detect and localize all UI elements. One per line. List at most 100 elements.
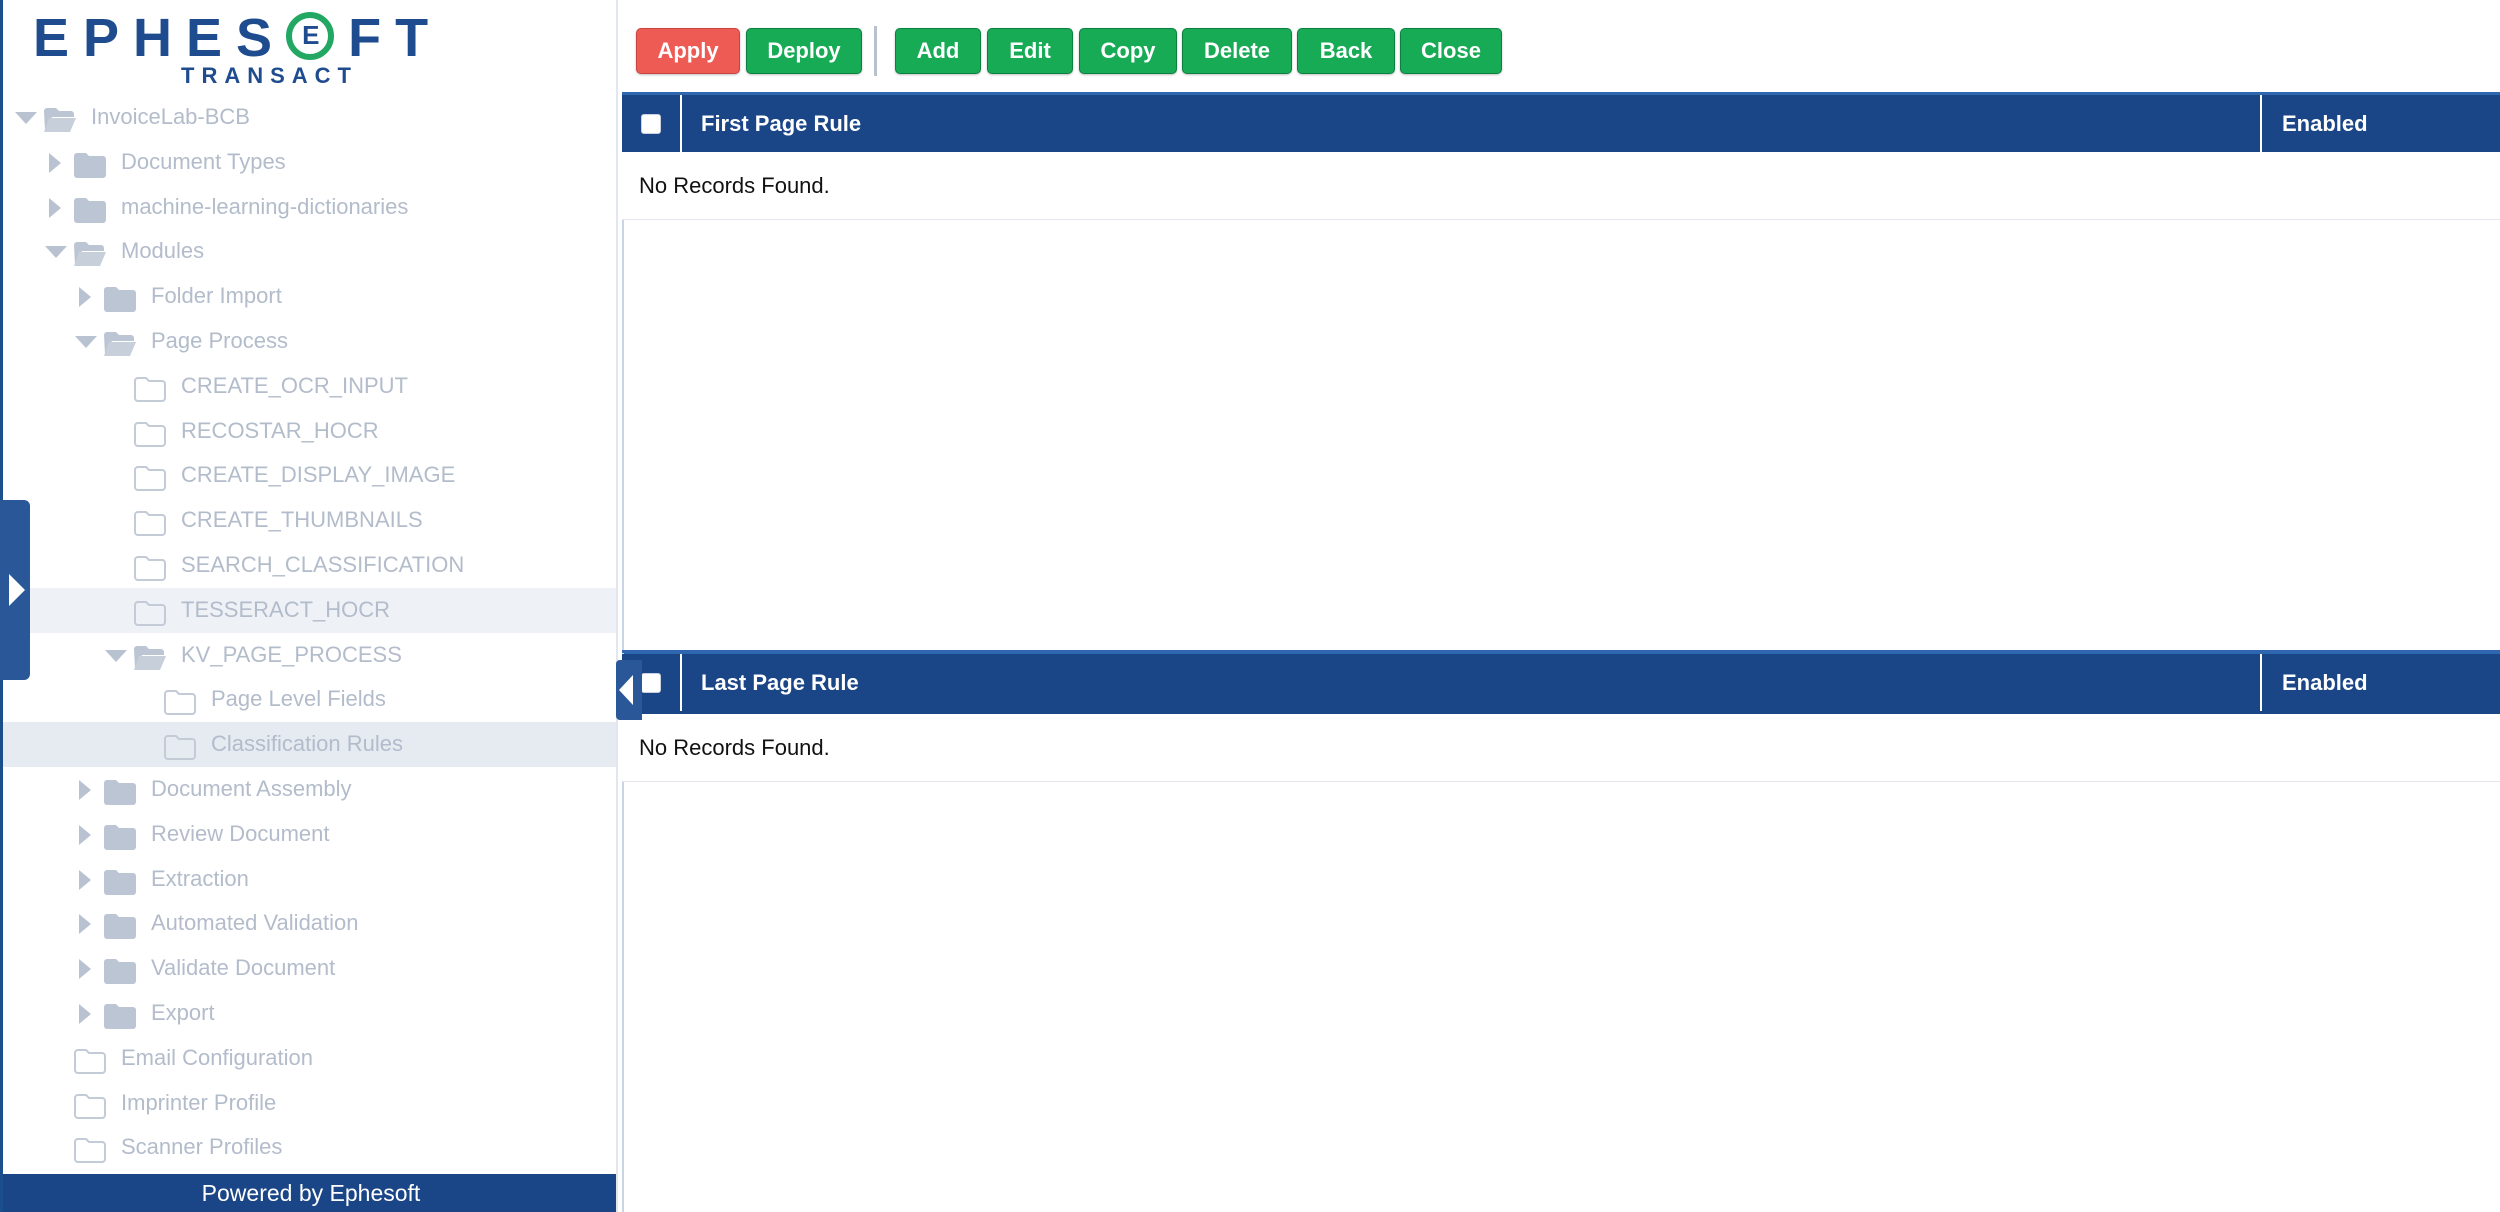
tree-node-label: Imprinter Profile bbox=[121, 1089, 277, 1115]
tree-node-label: Page Level Fields bbox=[211, 686, 386, 712]
copy-button[interactable]: Copy bbox=[1079, 28, 1177, 74]
logo-o-icon bbox=[286, 12, 335, 60]
folder-outline-icon bbox=[73, 1090, 107, 1119]
folder-open-icon bbox=[73, 238, 107, 267]
expand-left-panel-handle[interactable] bbox=[0, 500, 30, 680]
folder-outline-icon bbox=[73, 1045, 107, 1074]
column-header-enabled[interactable]: Enabled bbox=[2282, 654, 2368, 711]
tree-node[interactable]: Classification Rules bbox=[3, 722, 616, 767]
caret-right-icon[interactable] bbox=[73, 767, 97, 812]
folder-outline-icon bbox=[133, 462, 167, 492]
tree-node-label: SEARCH_CLASSIFICATION bbox=[181, 551, 465, 577]
tree-node[interactable]: InvoiceLab-BCB bbox=[3, 95, 616, 140]
caret-right-icon[interactable] bbox=[73, 274, 97, 319]
folder-icon bbox=[103, 1000, 137, 1029]
logo-wordmark: EPHESFT bbox=[33, 6, 442, 70]
folder-outline-icon bbox=[133, 597, 167, 626]
tree-node[interactable]: Imprinter Profile bbox=[3, 1081, 616, 1126]
tree-node-label: Document Types bbox=[121, 148, 286, 174]
apply-button[interactable]: Apply bbox=[636, 28, 740, 74]
tree-node[interactable]: CREATE_THUMBNAILS bbox=[3, 498, 616, 543]
tree-node[interactable]: machine-learning-dictionaries bbox=[3, 185, 616, 230]
caret-right-icon[interactable] bbox=[73, 812, 97, 857]
tree-node[interactable]: Folder Import bbox=[3, 274, 616, 319]
tree-node[interactable]: RECOSTAR_HOCR bbox=[3, 409, 616, 454]
select-all-checkbox[interactable] bbox=[641, 114, 661, 134]
column-header-enabled[interactable]: Enabled bbox=[2282, 95, 2368, 152]
add-button[interactable]: Add bbox=[895, 28, 981, 74]
folder-icon bbox=[73, 149, 107, 178]
caret-right-icon[interactable] bbox=[73, 857, 97, 902]
folder-open-icon bbox=[133, 642, 167, 670]
collapse-panel-handle[interactable] bbox=[616, 660, 642, 720]
tree-node-label: machine-learning-dictionaries bbox=[121, 193, 409, 219]
caret-down-icon[interactable] bbox=[73, 319, 97, 364]
tree-node-label: Modules bbox=[121, 238, 205, 264]
tree-node-label: Review Document bbox=[151, 820, 330, 846]
back-button[interactable]: Back bbox=[1297, 28, 1395, 74]
tree-node[interactable]: CREATE_DISPLAY_IMAGE bbox=[3, 453, 616, 498]
tree-node-label: CREATE_DISPLAY_IMAGE bbox=[181, 462, 456, 488]
folder-outline-icon bbox=[133, 373, 167, 402]
caret-down-icon[interactable] bbox=[13, 95, 37, 140]
tree-node[interactable]: Document Assembly bbox=[3, 767, 616, 812]
folder-icon bbox=[103, 866, 137, 895]
tree-node[interactable]: Email Configuration bbox=[3, 1036, 616, 1081]
footer-powered-by: Powered by Ephesoft bbox=[3, 1174, 619, 1212]
tree-node-label: CREATE_THUMBNAILS bbox=[181, 507, 423, 533]
tree-node[interactable]: Scanner Profiles bbox=[3, 1125, 616, 1170]
sidebar: EPHESFT TRANSACT InvoiceLab-BCB Document … bbox=[0, 0, 619, 1212]
tree-node[interactable]: Automated Validation bbox=[3, 901, 616, 946]
column-separator bbox=[680, 654, 682, 711]
tree-node[interactable]: Modules bbox=[3, 229, 616, 274]
column-separator bbox=[2260, 654, 2262, 711]
folder-outline-icon bbox=[163, 731, 197, 761]
close-button[interactable]: Close bbox=[1400, 28, 1502, 74]
caret-right-icon[interactable] bbox=[43, 140, 67, 185]
toolbar-separator bbox=[874, 26, 877, 76]
folder-outline-icon bbox=[133, 418, 167, 447]
module-tree: InvoiceLab-BCB Document Types machine-lear… bbox=[3, 95, 616, 1170]
tree-node[interactable]: Validate Document bbox=[3, 946, 616, 991]
folder-outline-icon bbox=[163, 686, 197, 716]
column-header-last-page-rule[interactable]: Last Page Rule bbox=[701, 654, 859, 711]
tree-node-label: Extraction bbox=[151, 865, 249, 891]
tree-node[interactable]: SEARCH_CLASSIFICATION bbox=[3, 543, 616, 588]
tree-node[interactable]: KV_PAGE_PROCESS bbox=[3, 633, 616, 678]
tree-node[interactable]: CREATE_OCR_INPUT bbox=[3, 364, 616, 409]
caret-down-icon[interactable] bbox=[43, 229, 67, 274]
tree-node[interactable]: Extraction bbox=[3, 857, 616, 902]
caret-right-icon[interactable] bbox=[73, 901, 97, 946]
tree-node[interactable]: Page Level Fields bbox=[3, 677, 616, 722]
tree-node-label: InvoiceLab-BCB bbox=[91, 104, 250, 129]
delete-button[interactable]: Delete bbox=[1182, 28, 1292, 74]
tree-node-label: CREATE_OCR_INPUT bbox=[181, 372, 408, 398]
folder-open-icon bbox=[43, 104, 77, 132]
tree-node[interactable]: Page Process bbox=[3, 319, 616, 364]
empty-records-message: No Records Found. bbox=[622, 714, 2500, 782]
column-header-first-page-rule[interactable]: First Page Rule bbox=[701, 95, 861, 152]
caret-down-icon[interactable] bbox=[103, 633, 127, 678]
folder-outline-icon bbox=[133, 552, 167, 581]
tree-node[interactable]: Review Document bbox=[3, 812, 616, 857]
tree-node[interactable]: Document Types bbox=[3, 140, 616, 185]
folder-outline-icon bbox=[73, 1134, 107, 1164]
caret-right-icon[interactable] bbox=[73, 946, 97, 991]
tree-node-label: Folder Import bbox=[151, 283, 282, 309]
tree-node[interactable]: Export bbox=[3, 991, 616, 1036]
tree-node-label: Classification Rules bbox=[211, 731, 403, 757]
deploy-button[interactable]: Deploy bbox=[746, 28, 862, 74]
folder-outline-icon bbox=[133, 507, 167, 537]
tree-node-label: Automated Validation bbox=[151, 910, 359, 936]
column-separator bbox=[680, 95, 682, 152]
last-page-rule-grid-header: Last Page Rule Enabled bbox=[622, 654, 2500, 714]
first-page-rule-grid: First Page Rule Enabled No Records Found… bbox=[622, 92, 2500, 653]
folder-icon bbox=[103, 955, 137, 985]
select-all-checkbox[interactable] bbox=[641, 673, 661, 693]
edit-button[interactable]: Edit bbox=[987, 28, 1073, 74]
caret-right-icon[interactable] bbox=[73, 991, 97, 1036]
caret-right-icon[interactable] bbox=[43, 185, 67, 230]
first-page-rule-grid-header: First Page Rule Enabled bbox=[622, 92, 2500, 152]
folder-icon bbox=[103, 910, 137, 940]
tree-node[interactable]: TESSERACT_HOCR bbox=[3, 587, 616, 633]
